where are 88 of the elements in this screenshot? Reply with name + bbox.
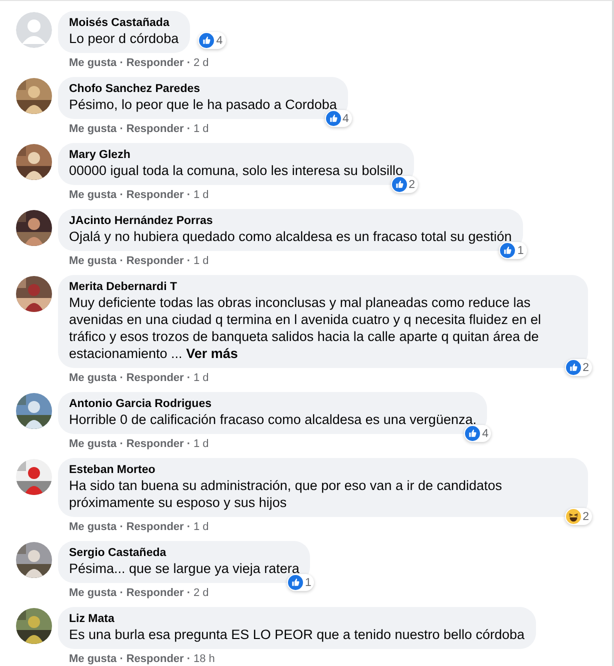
action-link[interactable]: Responder xyxy=(126,521,184,534)
author-name[interactable]: Chofo Sanchez Paredes xyxy=(69,82,337,96)
reaction-badge[interactable]: 4 xyxy=(198,32,226,49)
separator-dot: · xyxy=(120,57,124,70)
author-name[interactable]: Liz Mata xyxy=(69,612,525,626)
comment-time[interactable]: 1 d xyxy=(194,521,209,534)
reaction-badge[interactable]: 2 xyxy=(564,359,592,376)
action-link[interactable]: Me gusta xyxy=(69,521,117,534)
author-name[interactable]: Antonio Garcia Rodrigues xyxy=(69,397,476,411)
thumbs-up-icon xyxy=(566,360,581,375)
separator-dot: · xyxy=(186,255,190,268)
reaction-count: 4 xyxy=(216,34,223,48)
action-link[interactable]: Responder xyxy=(126,255,184,268)
comment-time[interactable]: 2 d xyxy=(194,57,209,70)
action-link[interactable]: Responder xyxy=(126,438,184,451)
action-link[interactable]: Me gusta xyxy=(69,438,117,451)
separator-dot: · xyxy=(120,653,124,666)
comment-text: Ojalá y no hubiera quedado como alcaldesa es un fracaso total su gestión xyxy=(69,228,512,245)
separator-dot: · xyxy=(186,57,190,70)
separator-dot: · xyxy=(186,438,190,451)
reaction-badge[interactable]: 1 xyxy=(286,574,314,591)
comment-text: Es una burla esa pregunta ES LO PEOR que a tenido nuestro bello córdoba xyxy=(69,626,525,643)
reaction-badge[interactable]: 4 xyxy=(324,110,352,127)
thumbs-up-icon xyxy=(465,426,480,441)
comment-text: Lo peor d córdoba xyxy=(69,30,179,47)
reaction-badge[interactable]: 4 xyxy=(464,425,492,442)
separator-dot: · xyxy=(186,653,190,666)
reaction-count: 2 xyxy=(582,510,589,524)
separator-dot: · xyxy=(186,587,190,600)
action-link[interactable]: Me gusta xyxy=(69,123,117,136)
comment-time[interactable]: 18 h xyxy=(194,653,215,666)
reaction-count: 4 xyxy=(342,112,349,126)
comment-text: Muy deficiente todas las obras inconclusas y mal planeadas como reduce las avenidas en una ciudad q termina en l avenida cuatro y q necesita fluidez en el tráfico y esos trozos de banqueta salidos hacia la calle aparte q quitan área de estacionamiento ... Ver más xyxy=(69,294,542,362)
separator-dot: · xyxy=(120,521,124,534)
reaction-badge[interactable]: 1 xyxy=(499,242,527,259)
comment-time[interactable]: 1 d xyxy=(194,123,209,136)
separator-dot: · xyxy=(186,372,190,385)
action-link[interactable]: Me gusta xyxy=(69,372,117,385)
author-name[interactable]: Esteban Morteo xyxy=(69,463,577,477)
action-link[interactable]: Responder xyxy=(126,57,184,70)
laughing-face-icon xyxy=(566,509,581,524)
author-name[interactable]: Mary Glezh xyxy=(69,148,403,162)
author-name[interactable]: Merita Debernardi T xyxy=(69,280,577,294)
comment-text: 00000 igual toda la comuna, solo les interesa su bolsillo xyxy=(69,162,403,179)
action-link[interactable]: Responder xyxy=(126,587,184,600)
comment-text: Pésima... que se largue ya vieja ratera xyxy=(69,560,300,577)
thumbs-up-icon xyxy=(199,33,214,48)
separator-dot: · xyxy=(120,438,124,451)
action-link[interactable]: Responder xyxy=(126,372,184,385)
comment-time[interactable]: 1 d xyxy=(194,189,209,202)
reaction-count: 1 xyxy=(517,244,524,258)
action-link[interactable]: Me gusta xyxy=(69,189,117,202)
reaction-count: 4 xyxy=(482,426,488,440)
comment-text: Horrible 0 de calificación fracaso como alcaldesa es una vergüenza. xyxy=(69,411,476,428)
separator-dot: · xyxy=(186,521,190,534)
author-name[interactable]: JAcinto Hernández Porras xyxy=(69,214,512,228)
see-more-link[interactable]: Ver más xyxy=(186,346,238,361)
action-link[interactable]: Responder xyxy=(126,123,184,136)
action-link[interactable]: Me gusta xyxy=(69,255,117,268)
separator-dot: · xyxy=(120,123,124,136)
author-name[interactable]: Moisés Castañada xyxy=(69,16,179,30)
reaction-count: 1 xyxy=(304,576,312,590)
separator-dot: · xyxy=(186,123,190,136)
separator-dot: · xyxy=(120,372,124,385)
separator-dot: · xyxy=(120,255,124,268)
comment-time[interactable]: 1 d xyxy=(194,372,209,385)
action-link[interactable]: Me gusta xyxy=(69,587,117,600)
separator-dot: · xyxy=(120,189,124,202)
author-name[interactable]: Sergio Castañeda xyxy=(69,546,300,560)
comment-time[interactable]: 1 d xyxy=(194,438,209,451)
action-link[interactable]: Responder xyxy=(126,653,184,666)
reaction-badge[interactable]: 2 xyxy=(564,508,592,525)
thumbs-up-icon xyxy=(326,111,341,126)
reaction-count: 2 xyxy=(582,360,589,374)
thumbs-up-icon xyxy=(500,243,516,258)
comment-time[interactable]: 1 d xyxy=(194,255,209,268)
action-link[interactable]: Me gusta xyxy=(69,653,117,666)
comment-text: Pésimo, lo peor que le ha pasado a Cordoba xyxy=(69,96,337,113)
reaction-badge[interactable]: 2 xyxy=(390,176,418,193)
separator-dot: · xyxy=(120,587,124,600)
reaction-count: 2 xyxy=(408,178,415,192)
action-link[interactable]: Responder xyxy=(126,189,184,202)
thumbs-up-icon xyxy=(288,575,303,590)
action-link[interactable]: Me gusta xyxy=(69,57,117,70)
separator-dot: · xyxy=(186,189,190,202)
comment-text: Ha sido tan buena su administración, que por eso van a ir de candidatos próximamente su esposo y sus hijos xyxy=(69,477,504,511)
comment-time[interactable]: 2 d xyxy=(194,587,209,600)
thumbs-up-icon xyxy=(392,177,407,192)
